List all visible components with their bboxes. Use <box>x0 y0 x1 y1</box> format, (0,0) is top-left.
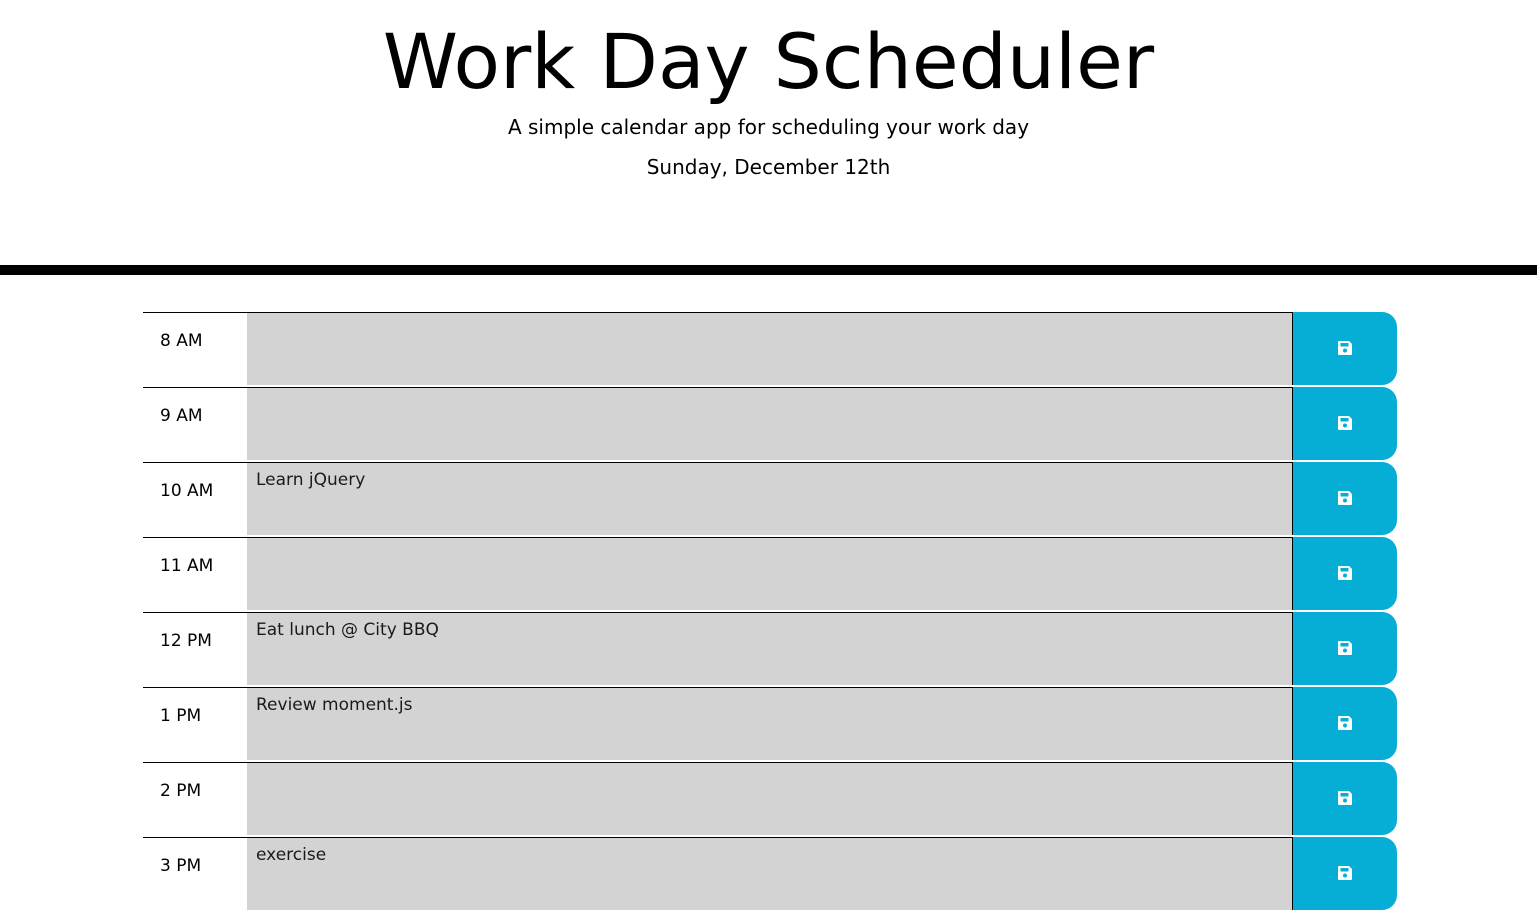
time-block-1pm: 1 PM Review moment.js <box>143 687 1397 762</box>
hour-label: 3 PM <box>143 837 247 911</box>
time-block-2pm: 2 PM <box>143 762 1397 837</box>
save-icon <box>1338 716 1352 730</box>
save-icon <box>1338 416 1352 430</box>
description-input[interactable] <box>247 762 1292 836</box>
hour-label: 11 AM <box>143 537 247 611</box>
description-input[interactable]: Eat lunch @ City BBQ <box>247 612 1292 686</box>
description-input[interactable] <box>247 537 1292 611</box>
save-icon <box>1338 791 1352 805</box>
page-subtitle: A simple calendar app for scheduling you… <box>507 115 1030 139</box>
time-block-3pm: 3 PM exercise <box>143 837 1397 912</box>
page-title: Work Day Scheduler <box>382 17 1155 106</box>
save-icon <box>1338 566 1352 580</box>
save-button[interactable] <box>1292 687 1397 760</box>
save-button[interactable] <box>1292 762 1397 835</box>
header: Work Day Scheduler A simple calendar app… <box>0 0 1537 265</box>
hour-label: 9 AM <box>143 387 247 461</box>
hour-label: 12 PM <box>143 612 247 686</box>
save-button[interactable] <box>1292 537 1397 610</box>
save-icon <box>1338 641 1352 655</box>
hour-label: 8 AM <box>143 312 247 386</box>
time-block-list: 8 AM 9 AM 10 AM Learn jQuery 11 AM 12 PM… <box>143 312 1397 912</box>
save-button[interactable] <box>1292 387 1397 460</box>
description-input[interactable] <box>247 387 1292 461</box>
save-button[interactable] <box>1292 612 1397 685</box>
time-block-8am: 8 AM <box>143 312 1397 387</box>
time-block-12pm: 12 PM Eat lunch @ City BBQ <box>143 612 1397 687</box>
save-button[interactable] <box>1292 312 1397 385</box>
description-input[interactable]: exercise <box>247 837 1292 911</box>
save-icon <box>1338 491 1352 505</box>
time-block-9am: 9 AM <box>143 387 1397 462</box>
save-icon <box>1338 866 1352 880</box>
save-button[interactable] <box>1292 462 1397 535</box>
save-button[interactable] <box>1292 837 1397 910</box>
hour-label: 2 PM <box>143 762 247 836</box>
time-block-11am: 11 AM <box>143 537 1397 612</box>
current-day: Sunday, December 12th <box>646 155 891 179</box>
time-block-10am: 10 AM Learn jQuery <box>143 462 1397 537</box>
description-input[interactable]: Review moment.js <box>247 687 1292 761</box>
description-input[interactable]: Learn jQuery <box>247 462 1292 536</box>
description-input[interactable] <box>247 312 1292 386</box>
hour-label: 1 PM <box>143 687 247 761</box>
save-icon <box>1338 341 1352 355</box>
hour-label: 10 AM <box>143 462 247 536</box>
header-divider <box>0 265 1537 275</box>
